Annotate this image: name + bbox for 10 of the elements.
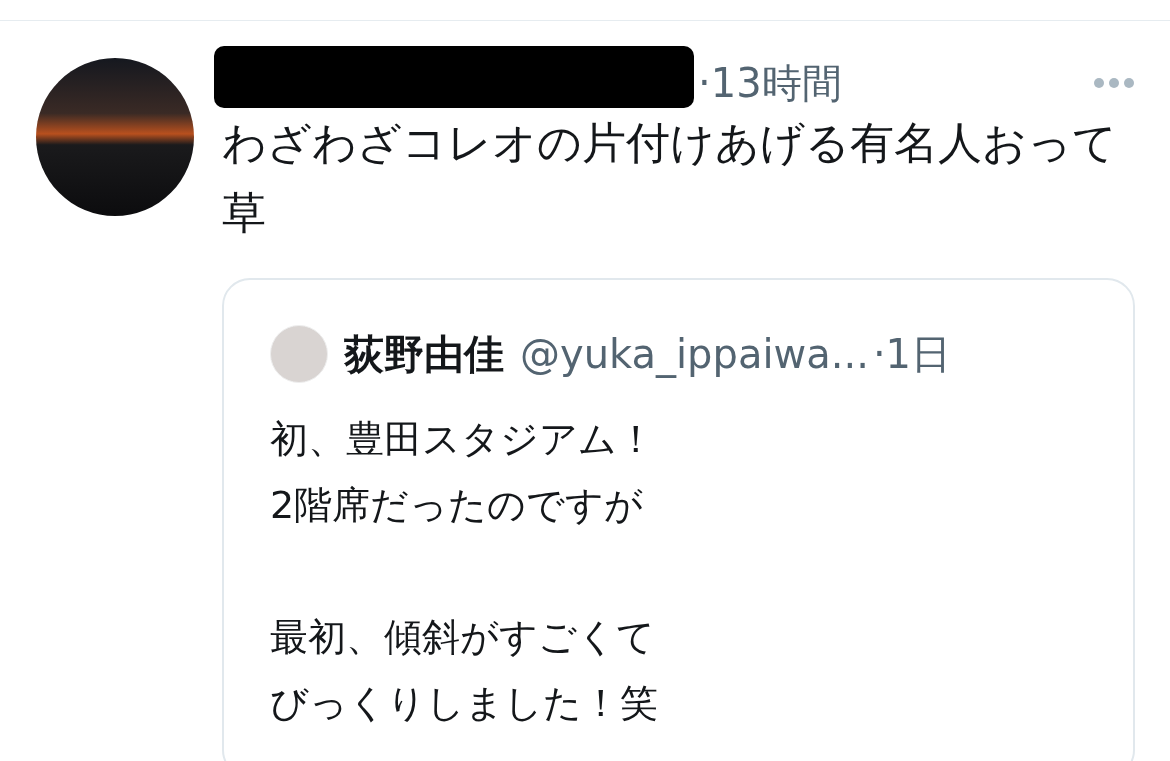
timestamp: ·1日 xyxy=(872,330,952,379)
quoted-tweet-text: びっくりしました！笑 xyxy=(270,680,659,727)
display-name: 荻野由佳 xyxy=(344,330,504,379)
quoted-tweet-text: 最初、傾斜がすごくて xyxy=(270,614,656,661)
quoted-tweet-text: 2階席だったのですが xyxy=(270,482,645,529)
quoted-tweet-text: 初、豊田スタジアム！ xyxy=(270,416,656,463)
quoted-tweet-card[interactable]: 荻野由佳 @yuka_ippaiwa...·1日 初、豊田スタジアム！ 2階席だったのですが 最初、傾斜がすごくて びっくりしました！笑 xyxy=(222,278,1135,761)
tweet-text: わざわざコレオの片付けあげる有名人おって草 xyxy=(222,116,1118,240)
timestamp: ·13時間 xyxy=(698,59,842,108)
user-handle: @yuka_ippaiwa... xyxy=(520,330,869,380)
